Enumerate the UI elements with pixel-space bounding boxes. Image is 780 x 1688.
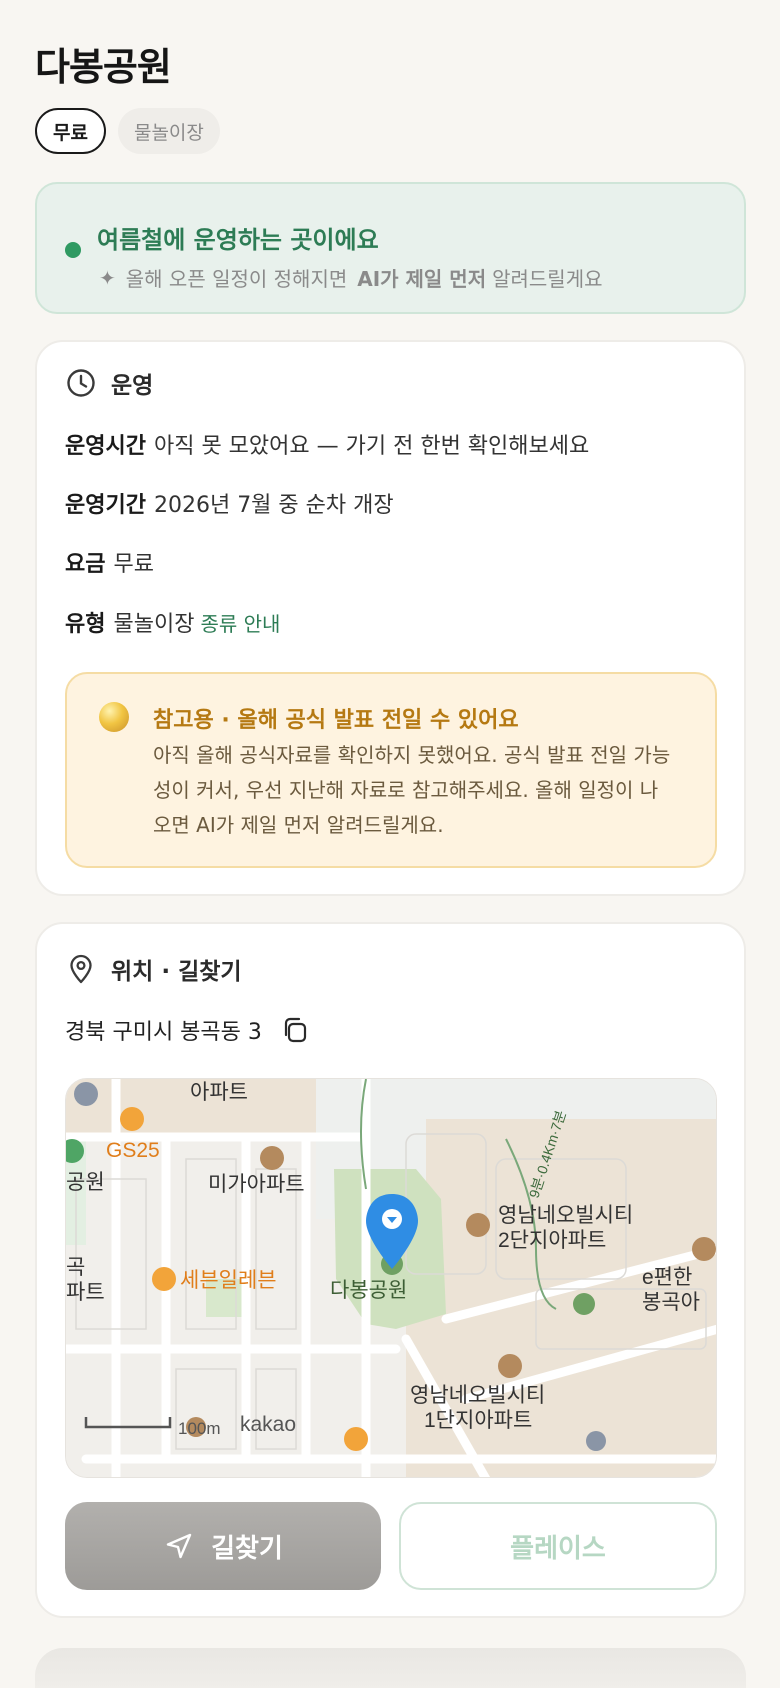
map-label-left-frag2: 파트 <box>66 1281 105 1304</box>
copy-icon[interactable] <box>280 1015 310 1045</box>
map-canvas[interactable]: 아파트 GS25 공원 미가아파트 영남네오빌시티 2단지아파트 e편한 봉곡아… <box>66 1079 717 1478</box>
fee-value: 무료 <box>113 552 154 577</box>
fee-row: 요금 무료 <box>65 546 154 578</box>
map-label-yn2-line1: 영남네오빌시티 <box>498 1204 633 1227</box>
status-dot-icon <box>65 242 81 258</box>
map-label-yn1-line2: 1단지아파트 <box>424 1409 532 1432</box>
map-label-seven-eleven: 세븐일레븐 <box>180 1269 277 1292</box>
location-pin-icon <box>70 954 92 984</box>
map-label-apartment: 아파트 <box>190 1081 248 1104</box>
operation-heading: 운영 <box>111 373 154 399</box>
type-value: 물놀이장 <box>113 612 195 637</box>
map-label-yn2-line2: 2단지아파트 <box>498 1229 606 1252</box>
notice-orb-icon <box>99 702 129 732</box>
type-label: 유형 <box>65 612 106 637</box>
navigation-arrow-icon <box>166 1533 192 1559</box>
season-sub-prefix: 올해 오픈 일정이 정해지면 <box>125 267 348 291</box>
map-label-park-left: 공원 <box>66 1171 105 1194</box>
location-header: 위치 · 길찾기 <box>65 952 242 986</box>
chip-free[interactable]: 무료 <box>35 108 106 154</box>
hours-row: 운영시간 아직 못 모았어요 — 가기 전 한번 확인해보세요 <box>65 428 589 460</box>
operation-card: 운영 운영시간 아직 못 모았어요 — 가기 전 한번 확인해보세요 운영기간 20… <box>35 340 746 896</box>
tag-chips: 무료 물놀이장 <box>35 108 220 154</box>
season-title: 여름철에 운영하는 곳이에요 <box>97 226 379 254</box>
season-banner: 여름철에 운영하는 곳이에요 ✦ 올해 오픈 일정이 정해지면 AI가 제일 먼… <box>35 182 746 314</box>
apartment-poi-icon <box>692 1237 716 1261</box>
type-row: 유형 물놀이장 종류 안내 <box>65 606 280 638</box>
map-label-dabong-park: 다봉공원 <box>330 1279 407 1302</box>
directions-label: 길찾기 <box>211 1533 283 1564</box>
convenience-store-icon <box>120 1107 144 1131</box>
map-label-ek-line2: 봉곡아 <box>642 1291 700 1314</box>
operation-header: 운영 <box>65 366 153 400</box>
map-label-ek-line1: e편한 <box>642 1266 692 1289</box>
place-button[interactable]: 플레이스 <box>399 1502 717 1590</box>
apartment-poi-icon <box>466 1213 490 1237</box>
clock-icon <box>67 369 95 397</box>
map-label-gs25: GS25 <box>106 1139 160 1162</box>
sparkle-icon: ✦ <box>99 265 116 290</box>
apartment-poi-icon <box>260 1146 284 1170</box>
convenience-store-icon <box>344 1427 368 1451</box>
hours-label: 운영시간 <box>65 434 146 459</box>
season-subtitle: ✦ 올해 오픈 일정이 정해지면 AI가 제일 먼저 알려드릴게요 <box>99 263 603 292</box>
reference-notice: 참고용 · 올해 공식 발표 전일 수 있어요 아직 올해 공식자료를 확인하지… <box>65 672 717 868</box>
type-guide-link[interactable]: 종류 안내 <box>200 612 280 636</box>
location-card: 위치 · 길찾기 경북 구미시 봉곡동 3 아파트 GS25 공원 미가아파트 … <box>35 922 746 1618</box>
map-label-miga-apt: 미가아파트 <box>208 1173 305 1196</box>
map-label-yn1-line1: 영남네오빌시티 <box>410 1384 545 1407</box>
location-heading: 위치 · 길찾기 <box>111 959 242 985</box>
apartment-poi-icon <box>498 1354 522 1378</box>
fee-label: 요금 <box>65 552 106 577</box>
trail-poi-icon <box>573 1293 595 1315</box>
period-label: 운영기간 <box>65 493 146 518</box>
building-poi-icon <box>74 1082 98 1106</box>
map-scale-label: 100m <box>178 1419 221 1438</box>
season-sub-suffix: 알려드릴게요 <box>492 267 603 291</box>
directions-button[interactable]: 길찾기 <box>65 1502 381 1590</box>
season-sub-strong: AI가 제일 먼저 <box>357 267 487 291</box>
convenience-store-icon <box>152 1267 176 1291</box>
building-poi-icon <box>586 1431 606 1451</box>
page-title: 다봉공원 <box>35 45 172 89</box>
period-value: 2026년 7월 중 순차 개장 <box>153 493 394 518</box>
next-card-peek <box>35 1648 746 1688</box>
map-view[interactable]: 아파트 GS25 공원 미가아파트 영남네오빌시티 2단지아파트 e편한 봉곡아… <box>65 1078 717 1478</box>
period-row: 운영기간 2026년 7월 중 순차 개장 <box>65 487 394 519</box>
hours-value: 아직 못 모았어요 — 가기 전 한번 확인해보세요 <box>153 434 590 459</box>
chip-water-play[interactable]: 물놀이장 <box>117 108 220 154</box>
map-label-left-frag1: 곡 <box>66 1256 85 1279</box>
address-text: 경북 구미시 봉곡동 3 <box>65 1020 262 1045</box>
notice-body: 아직 올해 공식자료를 확인하지 못했어요. 공식 발표 전일 가능성이 커서,… <box>153 743 671 837</box>
notice-title: 참고용 · 올해 공식 발표 전일 수 있어요 <box>153 708 519 733</box>
address-row: 경북 구미시 봉곡동 3 <box>65 1014 310 1046</box>
map-label-kakao: kakao <box>240 1413 296 1436</box>
